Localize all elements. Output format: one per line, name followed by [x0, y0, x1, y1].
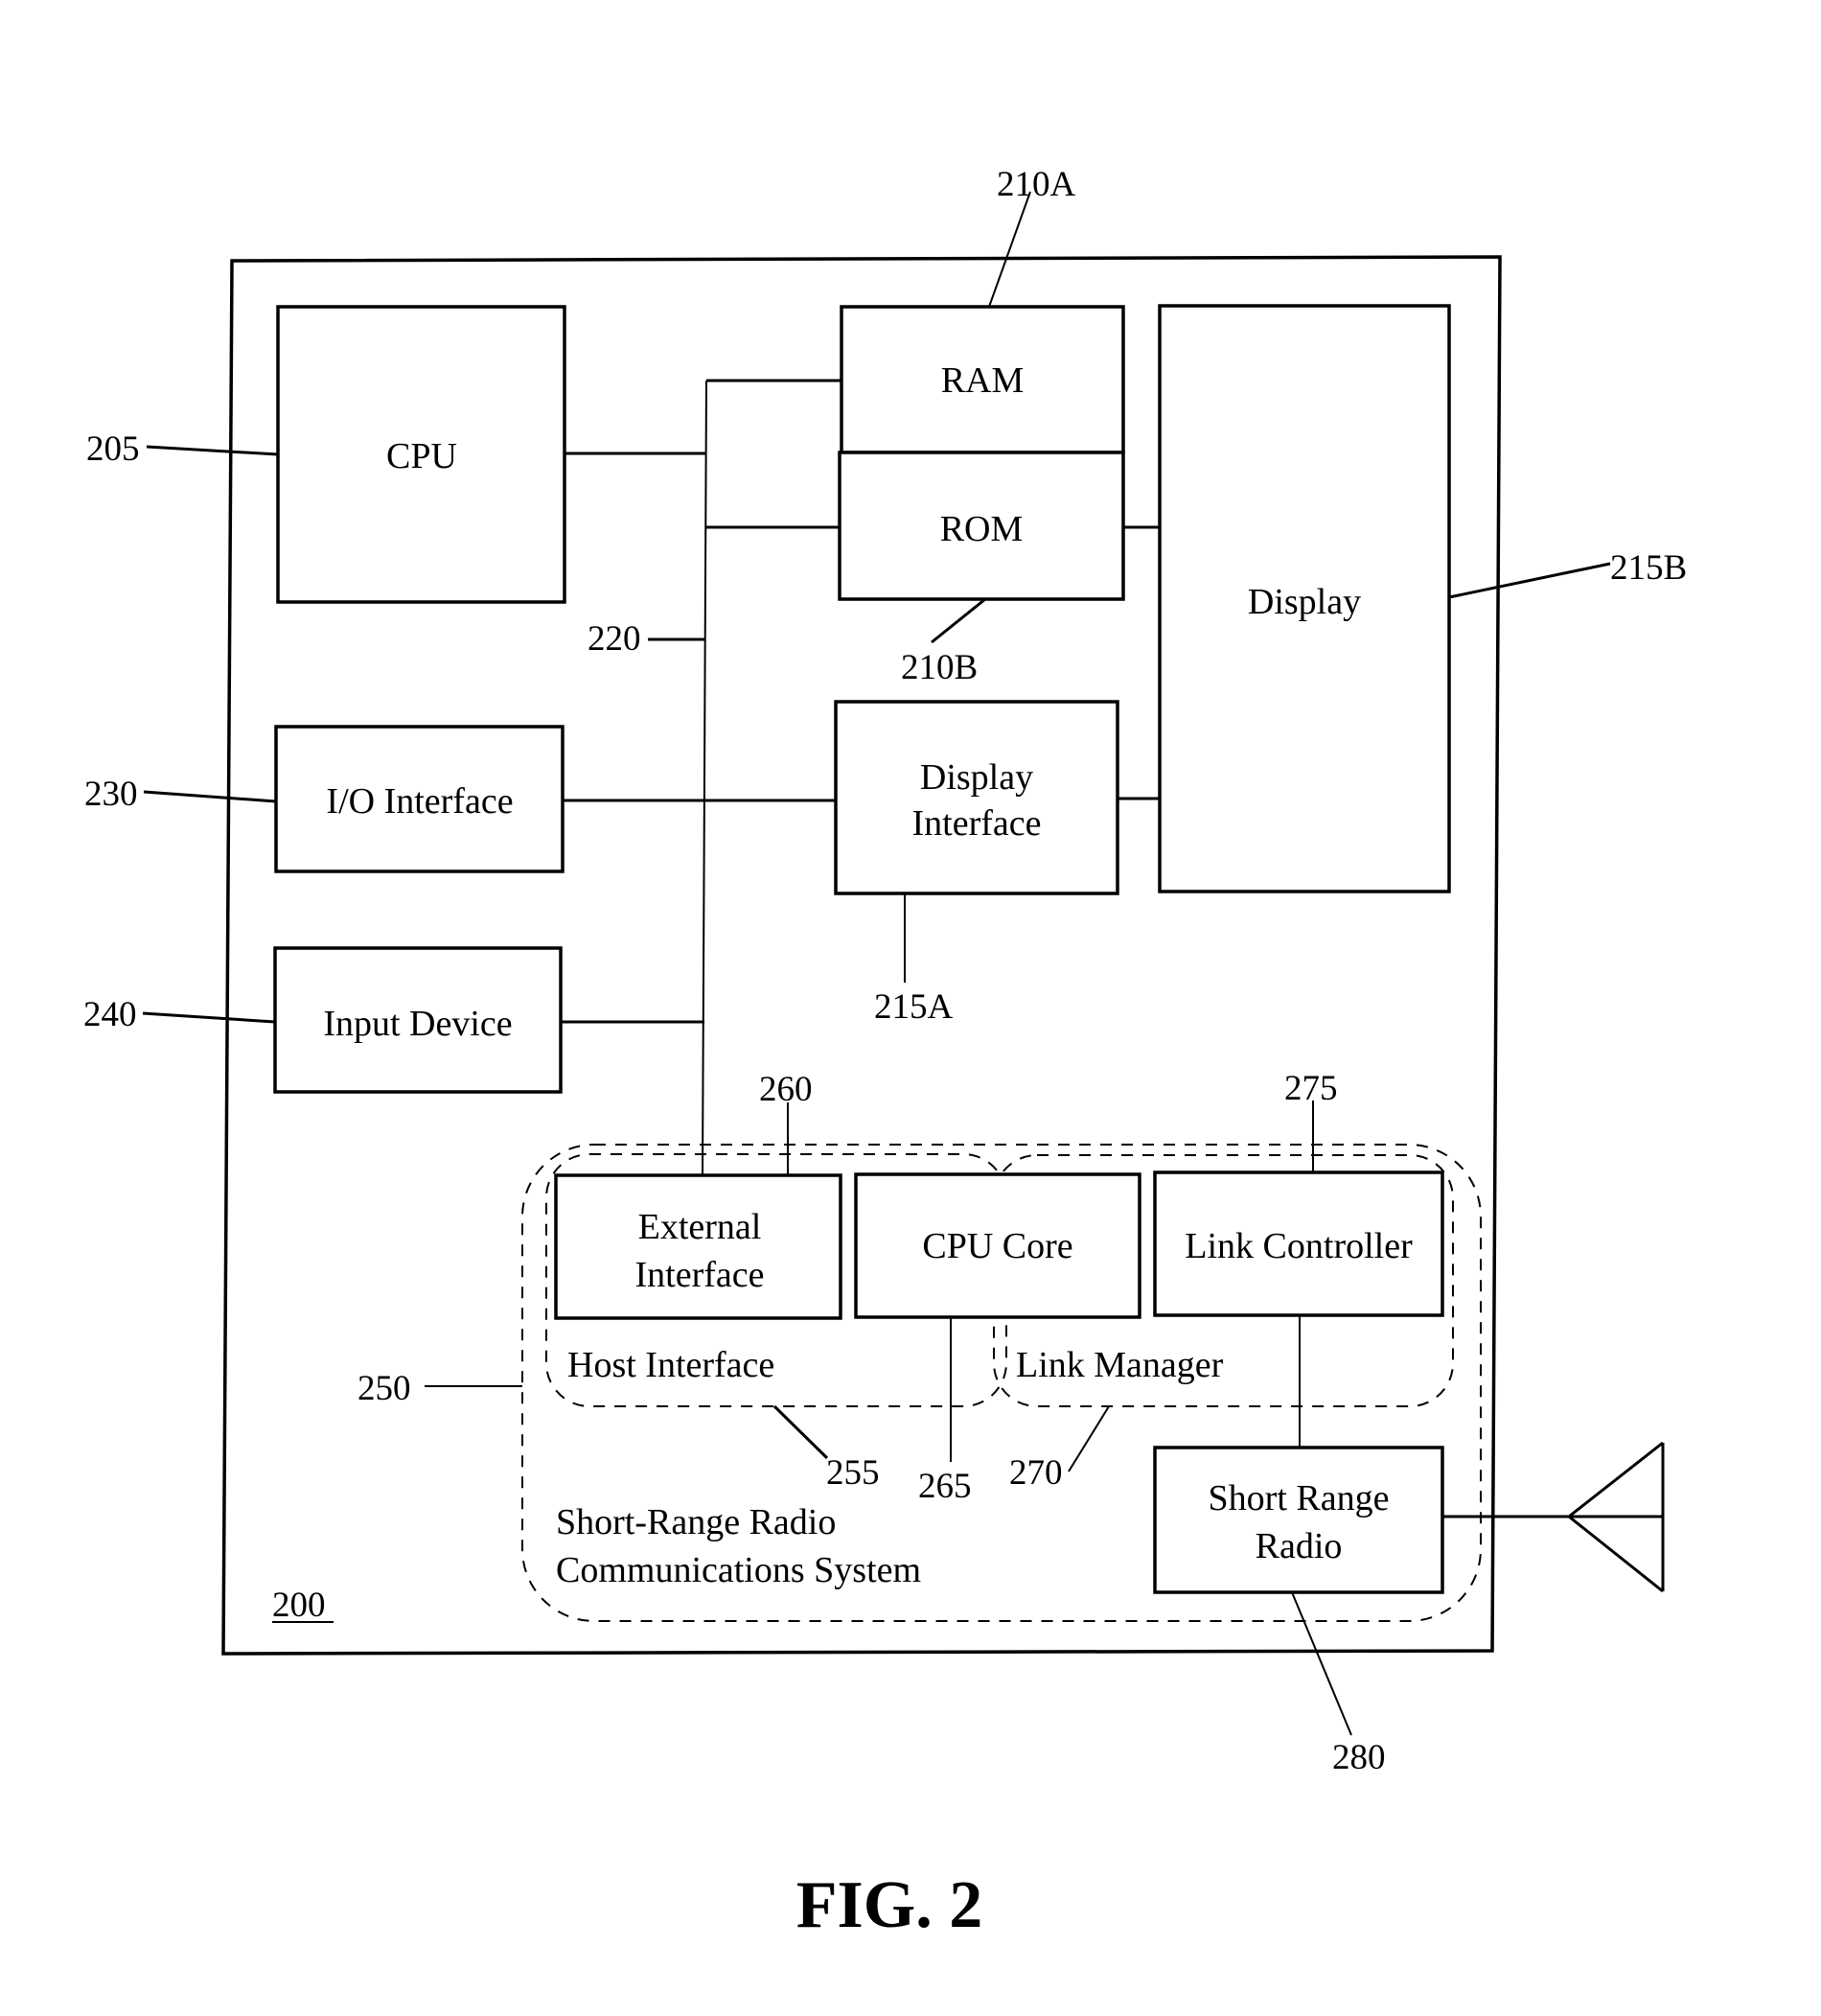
link-controller-label: Link Controller [1185, 1226, 1413, 1266]
input-device-label: Input Device [323, 1004, 512, 1044]
external-interface-label-line2: Interface [635, 1255, 765, 1295]
ram-label: RAM [941, 360, 1025, 401]
short-range-radio-ref-label: 280 [1332, 1738, 1386, 1777]
display-interface-ref-label: 215A [874, 987, 954, 1027]
short-range-radio-label-line2: Radio [1256, 1526, 1343, 1566]
rom-label: ROM [940, 509, 1024, 549]
host-interface-ref-leader [772, 1404, 829, 1460]
radio-system-label-line1: Short-Range Radio [556, 1502, 836, 1542]
display-ref-leader [1448, 562, 1611, 599]
system-bus [702, 380, 707, 1175]
link-manager-ref-label: 270 [1009, 1453, 1063, 1493]
figure-caption: FIG. 2 [796, 1868, 982, 1942]
rom-ref-label: 210B [901, 648, 978, 687]
device-ref-label: 200 [272, 1586, 326, 1625]
link-manager-ref-leader [1068, 1405, 1110, 1472]
cpu-ref-leader [146, 445, 279, 456]
short-range-radio-block [1153, 1446, 1444, 1594]
display-interface-block [834, 700, 1119, 895]
cpu-label: CPU [386, 436, 457, 476]
short-range-radio-label-line1: Short Range [1209, 1478, 1390, 1518]
radio-system-ref-label: 250 [357, 1369, 411, 1408]
display-interface-label-line2: Interface [912, 803, 1042, 844]
radio-system-label-line2: Communications System [556, 1550, 921, 1590]
block-diagram: 200 220 CPU 205 RAM 210A ROM 210B Displa… [83, 165, 1687, 1942]
io-interface-ref-label: 230 [84, 775, 138, 814]
input-device-ref-leader [142, 1011, 276, 1024]
external-interface-label-line1: External [638, 1207, 762, 1247]
io-interface-ref-leader [143, 790, 277, 803]
host-interface-label: Host Interface [567, 1345, 774, 1385]
antenna-icon [1442, 1441, 1665, 1593]
cpu-core-ref-label: 265 [918, 1467, 972, 1506]
display-ref-label: 215B [1610, 548, 1687, 588]
short-range-radio-ref-leader [1291, 1591, 1352, 1736]
ram-ref-leader [988, 191, 1031, 308]
link-controller-ref-label: 275 [1284, 1069, 1338, 1108]
rom-ref-leader [931, 597, 986, 644]
ram-ref-label: 210A [997, 165, 1076, 204]
link-manager-label: Link Manager [1016, 1345, 1224, 1385]
cpu-ref-label: 205 [86, 429, 140, 469]
display-interface-label-line1: Display [920, 757, 1033, 798]
bus-ref-label: 220 [588, 619, 641, 659]
host-interface-ref-label: 255 [826, 1453, 880, 1493]
display-label: Display [1248, 582, 1361, 622]
cpu-core-label: CPU Core [922, 1226, 1072, 1266]
io-interface-label: I/O Interface [326, 781, 513, 822]
external-interface-ref-label: 260 [759, 1070, 813, 1109]
input-device-ref-label: 240 [83, 995, 137, 1034]
